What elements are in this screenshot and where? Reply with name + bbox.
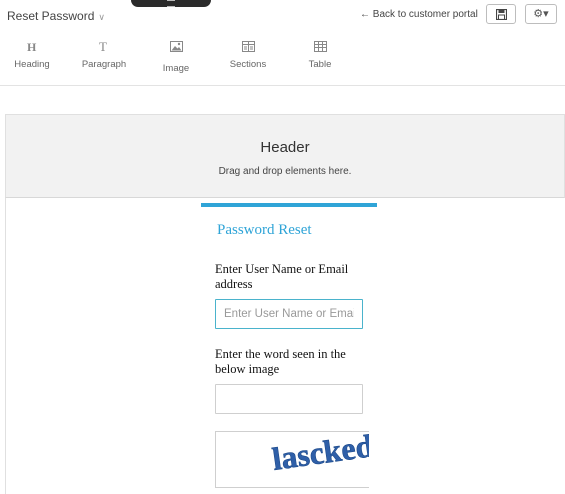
form-accent-bar [201, 203, 377, 207]
sections-icon [213, 38, 283, 54]
tool-paragraph-label: Paragraph [81, 59, 127, 70]
form-title: Password Reset [217, 222, 312, 238]
paragraph-icon: T [69, 38, 139, 54]
menu-lines-icon [167, 0, 175, 7]
gear-icon: ⚙ [533, 8, 544, 20]
tool-heading[interactable]: H Heading [0, 38, 67, 70]
header-drop-zone[interactable]: Header Drag and drop elements here. [5, 114, 565, 198]
chevron-down-icon: ∨ [98, 12, 105, 22]
header-title: Header [260, 139, 310, 156]
table-icon [285, 38, 355, 54]
tool-table[interactable]: Table [285, 38, 355, 70]
element-toolbar: H Heading T Paragraph Image Sections Tab… [0, 33, 565, 86]
heading-icon: H [0, 38, 67, 54]
tool-image[interactable]: Image [141, 38, 211, 74]
captcha-input[interactable] [215, 384, 363, 414]
back-to-portal-link[interactable]: ← Back to customer portal [360, 9, 478, 20]
tool-table-label: Table [308, 59, 332, 70]
header-drop-hint: Drag and drop elements here. [218, 166, 352, 177]
captcha-label: Enter the word seen in the below image [215, 347, 346, 376]
tool-image-label: Image [162, 63, 190, 74]
caret-down-icon: ▾ [543, 8, 549, 20]
svg-text:T: T [99, 40, 107, 52]
captcha-image: lascked [215, 431, 369, 488]
image-icon [141, 38, 211, 54]
captcha-word: lascked [270, 432, 369, 477]
svg-text:H: H [27, 40, 37, 52]
page-name-label: Reset Password [7, 9, 95, 23]
save-icon [496, 9, 507, 20]
tool-sections[interactable]: Sections [213, 38, 283, 70]
save-button[interactable] [486, 4, 516, 24]
tool-heading-label: Heading [14, 59, 50, 70]
settings-dropdown-button[interactable]: ⚙▾ [525, 4, 557, 24]
page-selector[interactable]: Reset Password ∨ [7, 9, 105, 23]
top-bar: Reset Password ∨ ← Back to customer porta… [0, 0, 565, 33]
tool-sections-label: Sections [229, 59, 267, 70]
username-label: Enter User Name or Email address [215, 262, 349, 291]
tool-paragraph[interactable]: T Paragraph [69, 38, 139, 70]
username-email-input[interactable] [215, 299, 363, 329]
